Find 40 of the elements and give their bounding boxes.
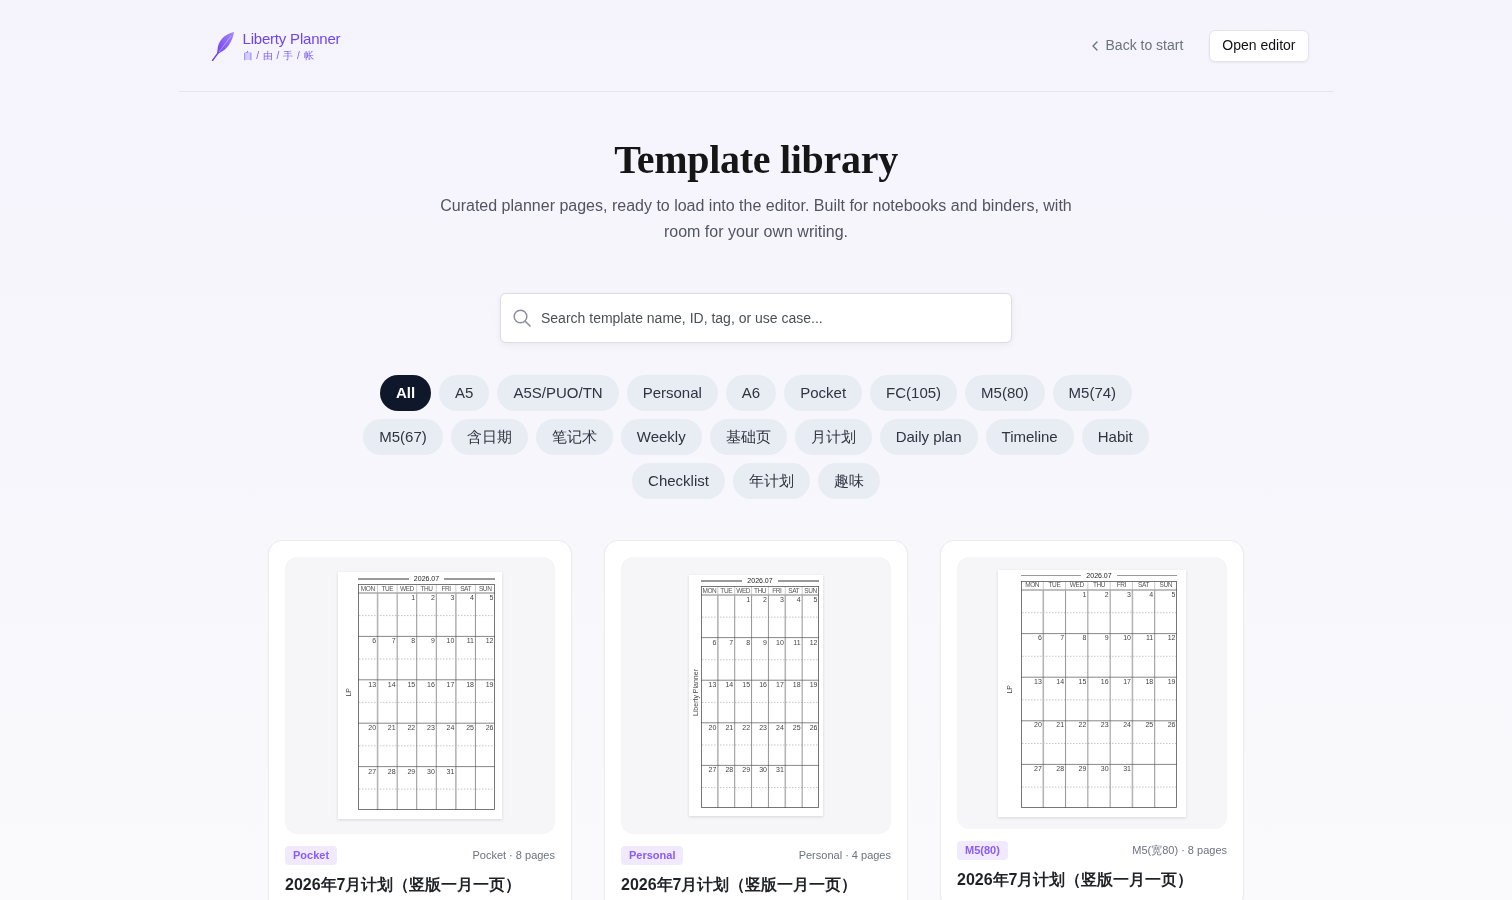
- filter-chip[interactable]: Personal: [626, 375, 718, 411]
- filter-chip[interactable]: A5S/PUO/TN: [497, 375, 619, 411]
- format-tag: M5(80): [957, 841, 1008, 860]
- search-field[interactable]: Search template name, ID, tag, or use case...: [500, 293, 1012, 343]
- template-meta: Pocket · 8 pages: [472, 848, 555, 864]
- template-meta: Personal · 4 pages: [798, 848, 891, 864]
- page-title: Template library: [613, 136, 899, 184]
- filter-chip[interactable]: M5(80): [965, 375, 1045, 411]
- filter-chip[interactable]: 趣味: [817, 463, 880, 499]
- filter-chip[interactable]: All: [379, 375, 432, 411]
- filter-chip[interactable]: Weekly: [620, 419, 702, 455]
- template-title: 2026年7月计划（竖版一月一页）: [285, 875, 523, 895]
- format-tag: Personal: [621, 846, 684, 865]
- page-subtitle: Curated planner pages, ready to load into the editor. Built for notebooks and binders, with room for your own writing.: [439, 196, 1073, 242]
- filter-chip[interactable]: A6: [725, 375, 777, 411]
- filter-chip[interactable]: 含日期: [450, 419, 528, 455]
- filter-chip[interactable]: Pocket: [784, 375, 863, 411]
- filter-chip[interactable]: Timeline: [985, 419, 1074, 455]
- filter-chip[interactable]: 年计划: [732, 463, 810, 499]
- filter-chip[interactable]: M5(67): [363, 419, 443, 455]
- filter-chip[interactable]: Habit: [1081, 419, 1149, 455]
- template-title: 2026年7月计划（竖版一月一页）: [621, 875, 859, 895]
- filter-chip[interactable]: 月计划: [794, 419, 872, 455]
- filter-chip[interactable]: 笔记术: [535, 419, 613, 455]
- filter-chip[interactable]: 基础页: [709, 419, 787, 455]
- back-link[interactable]: Back to start: [1091, 35, 1184, 56]
- brand-tagline: 自 / 由 / 手 / 帐: [242, 49, 315, 62]
- chevron-left-icon: [1091, 40, 1098, 51]
- template-meta: M5(宽80) · 8 pages: [1132, 843, 1227, 859]
- filter-chip[interactable]: A5: [439, 375, 490, 411]
- open-editor-button[interactable]: Open editor: [1209, 29, 1309, 62]
- feather-icon: [210, 30, 235, 61]
- brand-name[interactable]: Liberty Planner: [242, 29, 341, 48]
- format-tag: Pocket: [285, 846, 338, 865]
- filter-chip[interactable]: Checklist: [632, 463, 725, 499]
- template-title: 2026年7月计划（竖版一月一页）: [957, 870, 1195, 890]
- search-icon: [513, 309, 531, 327]
- filter-chip[interactable]: Daily plan: [879, 419, 978, 455]
- filter-chip[interactable]: M5(74): [1052, 375, 1133, 411]
- filter-chip[interactable]: FC(105): [870, 375, 958, 411]
